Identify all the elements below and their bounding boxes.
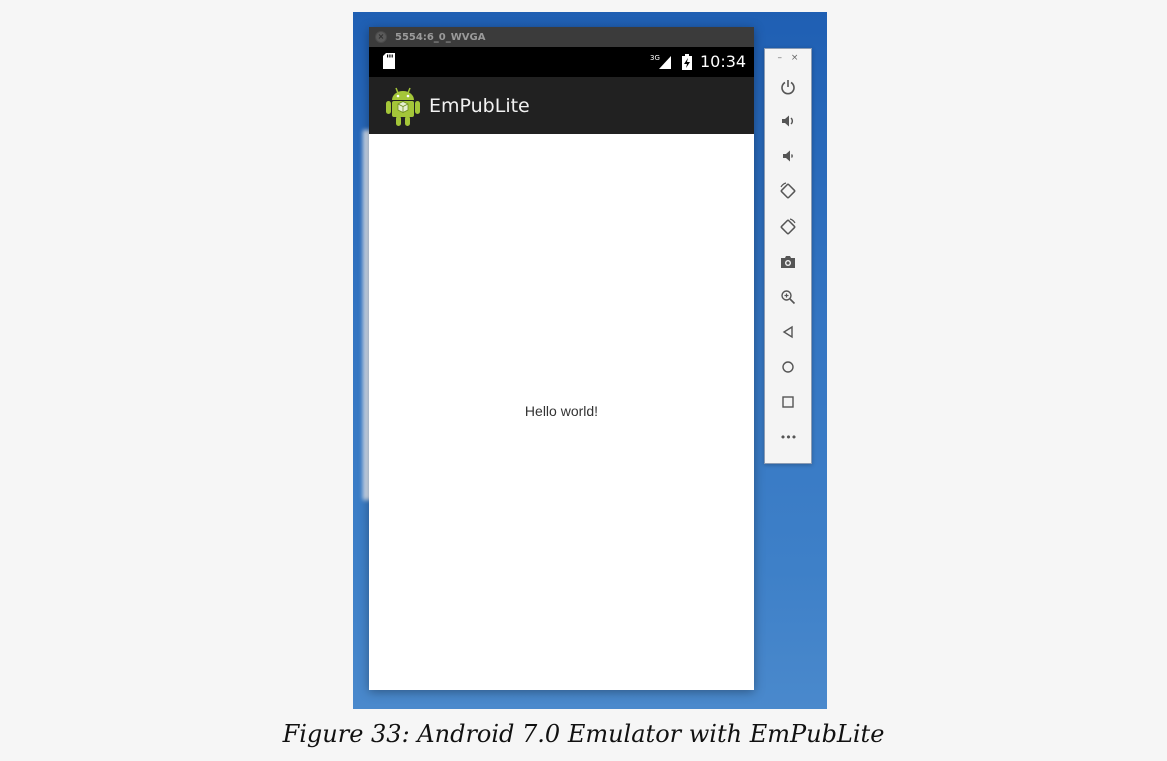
camera-icon <box>781 256 795 268</box>
signal-icon: 3G <box>650 54 671 69</box>
home-button[interactable] <box>776 355 800 379</box>
overview-icon <box>782 396 794 408</box>
toolbar-window-controls: – × <box>765 53 811 63</box>
android-app-icon[interactable] <box>386 85 420 127</box>
zoom-icon <box>781 290 796 305</box>
app-title: EmPubLite <box>429 95 530 117</box>
volume-up-button[interactable] <box>776 109 800 133</box>
volume-down-icon <box>783 150 793 162</box>
emulator-window: × 5554:6_0_WVGA 3G 10:34 EmPubLite Hello… <box>369 27 754 690</box>
network-type: 3G <box>650 54 660 62</box>
home-icon <box>782 361 794 373</box>
emulator-titlebar[interactable]: × 5554:6_0_WVGA <box>369 27 754 47</box>
action-bar: EmPubLite <box>369 77 754 134</box>
sd-card-icon <box>383 53 395 69</box>
back-button[interactable] <box>776 320 800 344</box>
status-bar: 3G 10:34 <box>369 47 754 77</box>
rotate-right-icon <box>780 218 796 235</box>
close-button[interactable]: × <box>791 53 799 63</box>
zoom-button[interactable] <box>776 285 800 309</box>
volume-down-button[interactable] <box>776 144 800 168</box>
back-icon <box>782 325 793 339</box>
rotate-left-button[interactable] <box>776 179 800 203</box>
more-button[interactable]: ••• <box>776 425 800 449</box>
minimize-button[interactable]: – <box>778 53 783 63</box>
rotate-left-icon <box>780 182 796 199</box>
close-window-icon[interactable]: × <box>375 31 387 43</box>
power-button[interactable] <box>776 75 800 99</box>
power-icon <box>781 80 795 95</box>
figure-caption: Figure 33: Android 7.0 Emulator with EmP… <box>282 720 885 748</box>
app-content: Hello world! <box>369 134 754 690</box>
more-icon: ••• <box>779 430 797 444</box>
emulator-toolbar: – × ••• <box>764 48 812 464</box>
hello-text: Hello world! <box>524 403 599 419</box>
volume-up-icon <box>782 115 793 127</box>
rotate-right-button[interactable] <box>776 215 800 239</box>
window-title: 5554:6_0_WVGA <box>395 31 486 43</box>
battery-icon <box>682 54 692 70</box>
status-clock: 10:34 <box>700 52 747 71</box>
screenshot-button[interactable] <box>776 250 800 274</box>
overview-button[interactable] <box>776 390 800 414</box>
